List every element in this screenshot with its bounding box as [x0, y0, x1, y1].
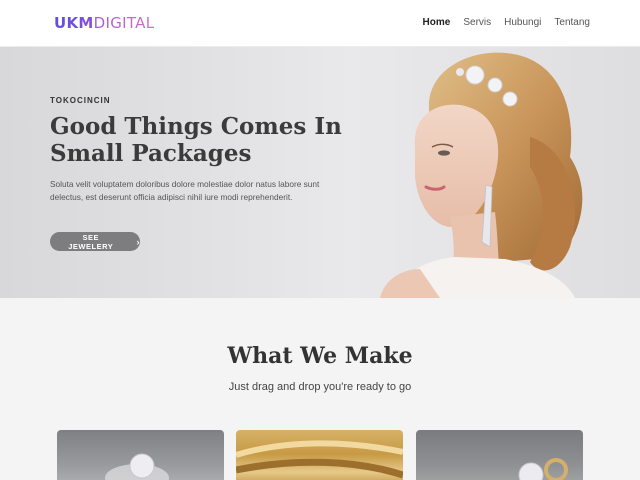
- section-title: What We Make: [227, 343, 413, 369]
- see-jewelery-button[interactable]: SEE JEWELERY ›: [50, 232, 140, 251]
- hero-title: Good Things Comes In Small Packages: [50, 113, 342, 167]
- product-card-gold-bands[interactable]: [236, 430, 403, 480]
- brand-logo[interactable]: UKMDIGITAL: [54, 12, 154, 34]
- section-subtitle: Just drag and drop you're ready to go: [228, 381, 412, 393]
- nav-link-tentang[interactable]: Tentang: [554, 16, 590, 30]
- ring-set-image: [518, 458, 568, 480]
- main-nav: Home Servis Hubungi Tentang: [423, 16, 590, 30]
- product-card-ring-set[interactable]: [416, 430, 583, 480]
- nav-link-hubungi[interactable]: Hubungi: [504, 16, 541, 30]
- hero-description: Soluta velit voluptatem doloribus dolore…: [50, 179, 320, 202]
- product-card-diamond-ring[interactable]: [57, 430, 224, 480]
- brand-logo-light: DIGITAL: [93, 14, 155, 32]
- hero-eyebrow: TOKOCINCIN: [50, 96, 111, 105]
- nav-link-home[interactable]: Home: [423, 16, 451, 30]
- see-jewelery-button-label: SEE JEWELERY: [68, 232, 114, 251]
- diamond-ring-image: [105, 453, 169, 480]
- brand-logo-bold: UKM: [54, 14, 94, 32]
- navbar: UKMDIGITAL Home Servis Hubungi Tentang: [0, 0, 640, 47]
- nav-link-servis[interactable]: Servis: [463, 16, 491, 30]
- hero-banner: TOKOCINCIN Good Things Comes In Small Pa…: [0, 47, 640, 298]
- chevron-right-icon: ›: [136, 236, 140, 247]
- gold-bands-image: [236, 440, 403, 479]
- hero-model-image: [380, 52, 583, 298]
